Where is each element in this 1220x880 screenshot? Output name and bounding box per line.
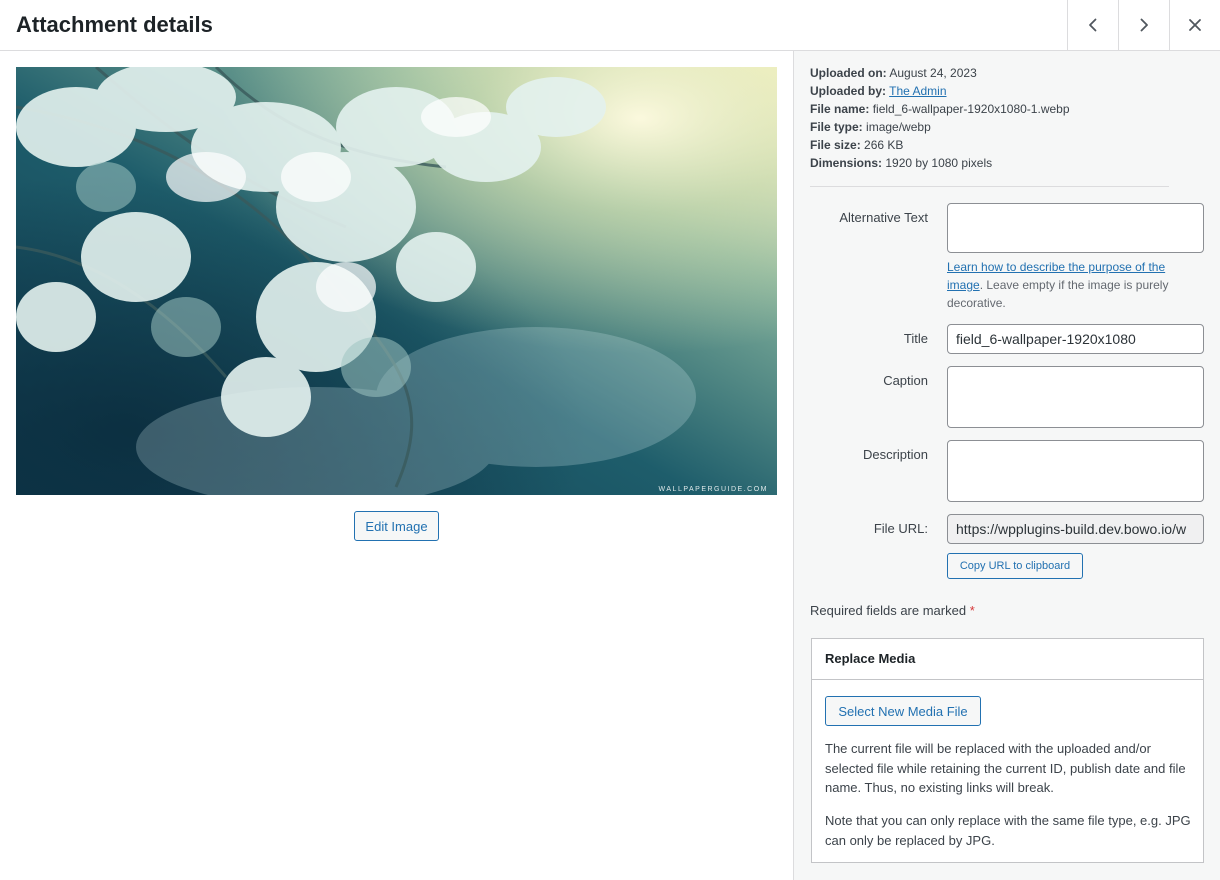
required-star: * [969,603,975,618]
attachment-info-sidebar: Uploaded on: August 24, 2023 Uploaded by… [793,51,1220,880]
file-details: Uploaded on: August 24, 2023 Uploaded by… [810,64,1170,172]
chevron-left-icon [1089,18,1097,32]
title-field[interactable] [947,324,1204,354]
attachment-image-preview: WALLPAPERGUIDE.COM [16,67,777,495]
replace-media-panel: Replace Media Select New Media File The … [811,638,1204,863]
edit-image-button[interactable]: Edit Image [354,511,439,541]
details-divider [810,186,1169,187]
uploaded-by: Uploaded by: The Admin [810,84,947,98]
description-label: Description [862,447,928,462]
file-type: File type: image/webp [810,120,931,134]
replace-media-title: Replace Media [812,639,1203,680]
next-attachment-button[interactable] [1118,0,1169,50]
select-new-media-file-button[interactable]: Select New Media File [825,696,981,726]
title-label: Title [903,331,928,346]
chevron-right-icon [1140,18,1148,32]
uploaded-by-link[interactable]: The Admin [889,84,946,98]
file-name: File name: field_6-wallpaper-1920x1080-1… [810,102,1070,116]
caption-field[interactable] [947,366,1204,428]
previous-attachment-button[interactable] [1067,0,1118,50]
file-size: File size: 266 KB [810,138,904,152]
close-icon [1189,19,1201,31]
image-watermark: WALLPAPERGUIDE.COM [659,486,768,493]
required-fields-note: Required fields are marked * [810,603,975,618]
caption-label: Caption [883,373,928,388]
alt-text-help: Learn how to describe the purpose of the… [947,260,1169,310]
replace-media-description: The current file will be replaced with t… [825,741,1186,795]
alt-text-field[interactable] [947,203,1204,253]
dimensions: Dimensions: 1920 by 1080 pixels [810,156,993,170]
file-url-field[interactable]: https://wpplugins-build.dev.bowo.io/w [947,514,1204,544]
modal-header: Attachment details [0,0,1220,51]
alt-text-label: Alternative Text [839,210,928,225]
winter-branch-image: WALLPAPERGUIDE.COM [16,67,777,495]
file-url-label: File URL: [873,521,928,536]
description-field[interactable] [947,440,1204,502]
uploaded-on: Uploaded on: August 24, 2023 [810,66,977,80]
copy-url-button[interactable]: Copy URL to clipboard [947,553,1083,579]
replace-media-note: Note that you can only replace with the … [825,813,1191,848]
page-title: Attachment details [16,12,213,37]
close-modal-button[interactable] [1169,0,1220,50]
attachment-media-view: WALLPAPERGUIDE.COM Edit Image [0,51,793,880]
